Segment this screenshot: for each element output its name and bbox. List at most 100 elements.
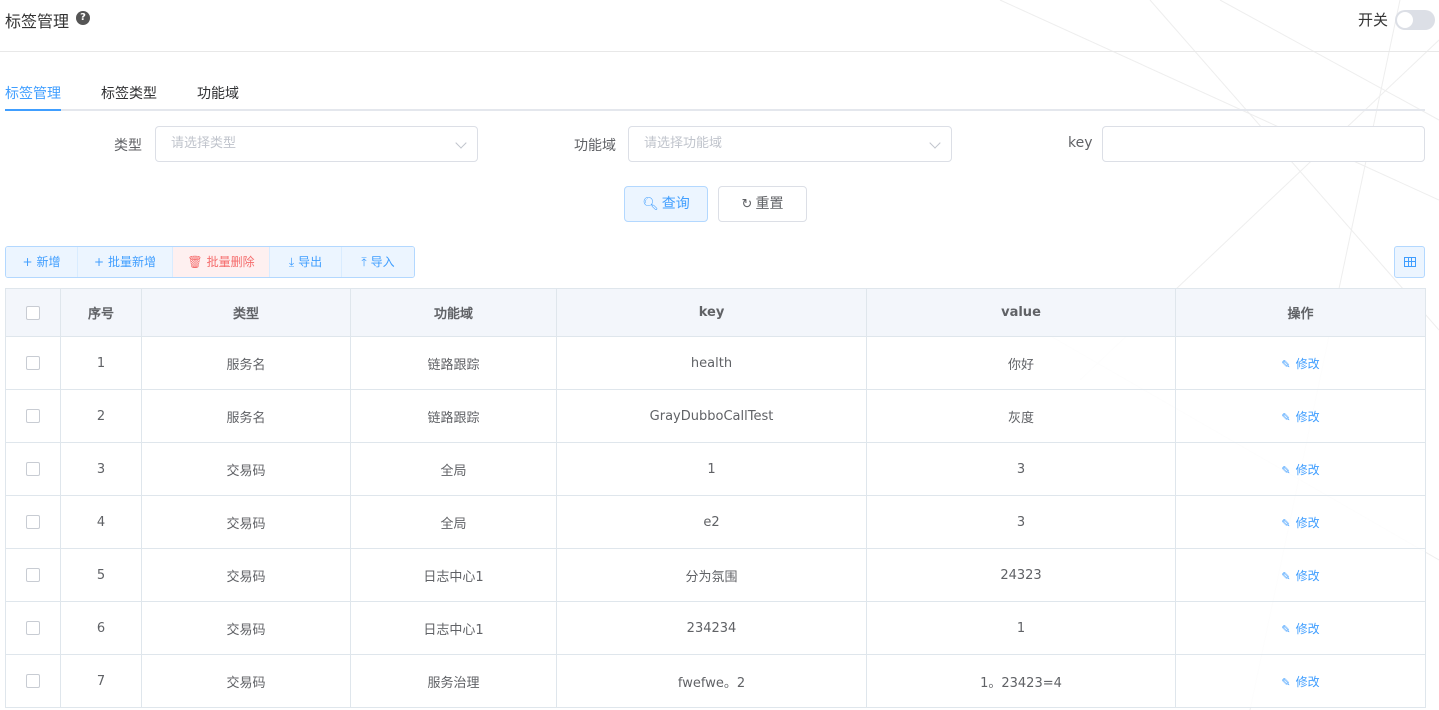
row-value: 你好 xyxy=(866,336,1176,390)
type-select-placeholder: 请选择类型 xyxy=(171,136,237,151)
page-title: 标签管理 xyxy=(5,12,70,31)
tab-tag-type[interactable]: 标签类型 xyxy=(101,83,157,103)
query-button[interactable]: 🔍︎ 查询 xyxy=(624,186,708,222)
key-label: key xyxy=(1068,135,1093,151)
tab-tag-management[interactable]: 标签管理 xyxy=(5,83,61,103)
edit-button-label: 修改 xyxy=(1295,356,1320,371)
column-header-domain: 功能域 xyxy=(350,288,557,337)
row-key: GrayDubboCallTest xyxy=(556,389,867,443)
tab-domain[interactable]: 功能域 xyxy=(197,83,239,103)
row-checkbox[interactable] xyxy=(26,515,40,529)
column-header-value: value xyxy=(866,288,1176,337)
row-key: e2 xyxy=(556,495,867,549)
export-button[interactable]: ⤓ 导出 xyxy=(270,247,342,277)
row-domain: 全局 xyxy=(350,442,557,496)
tab-bar: 标签管理 标签类型 功能域 xyxy=(5,72,1425,111)
row-key: 分为氛围 xyxy=(556,548,867,602)
plus-icon: + xyxy=(22,255,33,269)
edit-button[interactable]: ✎ 修改 xyxy=(1281,357,1319,371)
import-button-label: 导入 xyxy=(370,255,395,269)
plus-icon: + xyxy=(93,255,105,269)
table-row: 5 交易码 日志中心1 分为氛围 24323 ✎ 修改 xyxy=(5,548,1426,602)
row-no: 7 xyxy=(60,654,142,708)
edit-button[interactable]: ✎ 修改 xyxy=(1281,516,1319,530)
row-type: 服务名 xyxy=(141,389,351,443)
edit-button[interactable]: ✎ 修改 xyxy=(1281,410,1319,424)
edit-button[interactable]: ✎ 修改 xyxy=(1281,463,1319,477)
row-checkbox[interactable] xyxy=(26,674,40,688)
edit-button-label: 修改 xyxy=(1295,462,1320,477)
upload-icon: ⤒ xyxy=(361,255,367,269)
edit-button[interactable]: ✎ 修改 xyxy=(1281,675,1319,689)
row-no: 2 xyxy=(60,389,142,443)
row-value: 3 xyxy=(866,442,1176,496)
row-type: 交易码 xyxy=(141,495,351,549)
row-checkbox[interactable] xyxy=(26,462,40,476)
row-checkbox[interactable] xyxy=(26,409,40,423)
row-key: fwefwe。2 xyxy=(556,654,867,708)
row-no: 3 xyxy=(60,442,142,496)
row-type: 交易码 xyxy=(141,442,351,496)
domain-select-placeholder: 请选择功能域 xyxy=(644,136,723,151)
tag-table: 序号 类型 功能域 key value 操作 1 服务名 链路跟踪 health… xyxy=(5,288,1426,708)
query-button-label: 查询 xyxy=(661,196,690,212)
add-button-label: 新增 xyxy=(36,255,61,269)
edit-button-label: 修改 xyxy=(1295,515,1320,530)
edit-icon: ✎ xyxy=(1281,410,1291,424)
row-type: 交易码 xyxy=(141,601,351,655)
add-button[interactable]: + 新增 xyxy=(6,247,78,277)
top-bar: 标签管理 ? 开关 xyxy=(0,0,1439,52)
domain-label: 功能域 xyxy=(574,138,616,154)
row-domain: 日志中心1 xyxy=(350,548,557,602)
table-row: 1 服务名 链路跟踪 health 你好 ✎ 修改 xyxy=(5,336,1426,390)
table-row: 4 交易码 全局 e2 3 ✎ 修改 xyxy=(5,495,1426,549)
toggle-switch[interactable] xyxy=(1395,10,1435,30)
export-button-label: 导出 xyxy=(298,255,323,269)
row-type: 服务名 xyxy=(141,336,351,390)
row-no: 5 xyxy=(60,548,142,602)
chevron-down-icon xyxy=(929,137,941,149)
row-domain: 链路跟踪 xyxy=(350,389,557,443)
table-row: 2 服务名 链路跟踪 GrayDubboCallTest 灰度 ✎ 修改 xyxy=(5,389,1426,443)
edit-button-label: 修改 xyxy=(1295,409,1320,424)
edit-button[interactable]: ✎ 修改 xyxy=(1281,569,1319,583)
row-checkbox[interactable] xyxy=(26,621,40,635)
table-row: 6 交易码 日志中心1 234234 1 ✎ 修改 xyxy=(5,601,1426,655)
row-value: 24323 xyxy=(866,548,1176,602)
row-value: 1 xyxy=(866,601,1176,655)
edit-icon: ✎ xyxy=(1281,357,1291,371)
search-icon: 🔍︎ xyxy=(642,197,659,212)
batch-add-button-label: 批量新增 xyxy=(108,255,157,269)
refresh-icon: ↻ xyxy=(741,197,753,212)
row-value: 3 xyxy=(866,495,1176,549)
action-toolbar: + 新增 + 批量新增 🗑︎ 批量删除 ⤓ 导出 ⤒ 导入 xyxy=(5,246,415,278)
edit-icon: ✎ xyxy=(1281,463,1291,477)
row-key: 1 xyxy=(556,442,867,496)
domain-select[interactable]: 请选择功能域 xyxy=(628,126,952,162)
batch-delete-button[interactable]: 🗑︎ 批量删除 xyxy=(173,247,270,277)
row-checkbox[interactable] xyxy=(26,568,40,582)
edit-icon: ✎ xyxy=(1281,516,1291,530)
active-tab-indicator xyxy=(5,109,61,111)
switch-label: 开关 xyxy=(1358,11,1389,29)
edit-button[interactable]: ✎ 修改 xyxy=(1281,622,1319,636)
column-settings-button[interactable] xyxy=(1394,246,1425,278)
row-type: 交易码 xyxy=(141,654,351,708)
type-select[interactable]: 请选择类型 xyxy=(155,126,478,162)
row-key: health xyxy=(556,336,867,390)
question-circle-icon[interactable]: ? xyxy=(76,11,90,25)
import-button[interactable]: ⤒ 导入 xyxy=(342,247,414,277)
reset-button[interactable]: ↻ 重置 xyxy=(718,186,807,222)
select-all-checkbox[interactable] xyxy=(26,305,40,320)
table-row: 3 交易码 全局 1 3 ✎ 修改 xyxy=(5,442,1426,496)
row-value: 灰度 xyxy=(866,389,1176,443)
key-input[interactable] xyxy=(1102,126,1425,162)
row-checkbox[interactable] xyxy=(26,356,40,370)
edit-button-label: 修改 xyxy=(1295,568,1320,583)
column-header-type: 类型 xyxy=(141,288,351,337)
batch-add-button[interactable]: + 批量新增 xyxy=(78,247,173,277)
reset-button-label: 重置 xyxy=(755,196,784,212)
column-header-actions: 操作 xyxy=(1175,288,1426,337)
trash-icon: 🗑︎ xyxy=(187,255,203,269)
edit-icon: ✎ xyxy=(1281,675,1291,689)
